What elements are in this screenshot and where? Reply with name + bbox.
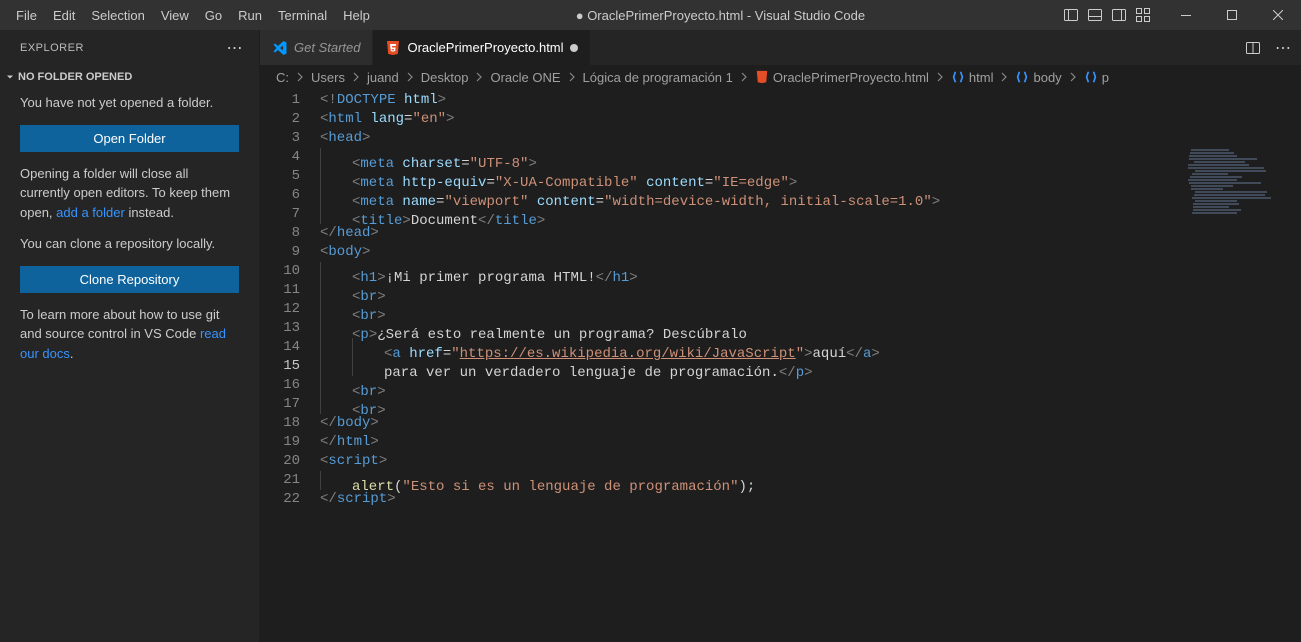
window-title: ● OraclePrimerProyecto.html - Visual Stu…	[378, 8, 1063, 23]
open-folder-hint: Opening a folder will close all currentl…	[20, 164, 239, 223]
breadcrumb-folder[interactable]: Users	[311, 70, 345, 85]
line-number-gutter: 12345678910111213141516171819202122	[260, 89, 320, 642]
breadcrumb-symbol[interactable]: p	[1084, 70, 1109, 85]
layout-sidebar-left-icon[interactable]	[1063, 7, 1079, 23]
code-editor[interactable]: 12345678910111213141516171819202122 <!DO…	[260, 89, 1301, 642]
explorer-header: EXPLORER ⋯	[0, 30, 259, 65]
tab-oracleprimerproyecto-html[interactable]: OraclePrimerProyecto.html	[373, 30, 590, 65]
code-content[interactable]: <!DOCTYPE html><html lang="en"><head><me…	[320, 89, 1301, 642]
vertical-scrollbar[interactable]	[1287, 148, 1301, 642]
breadcrumb-folder[interactable]: Oracle ONE	[490, 70, 560, 85]
chevron-right-icon	[472, 70, 486, 84]
more-actions-icon[interactable]: ⋯	[227, 38, 244, 58]
close-button[interactable]	[1255, 0, 1301, 30]
chevron-right-icon	[293, 70, 307, 84]
title-bar: FileEditSelectionViewGoRunTerminalHelp ●…	[0, 0, 1301, 30]
dirty-indicator-icon	[570, 44, 578, 52]
chevron-right-icon	[1066, 70, 1080, 84]
docs-message: To learn more about how to use git and s…	[20, 305, 239, 364]
menu-edit[interactable]: Edit	[45, 2, 83, 29]
split-editor-icon[interactable]	[1245, 40, 1261, 56]
breadcrumb-symbol[interactable]: body	[1015, 70, 1061, 85]
section-title: NO FOLDER OPENED	[18, 71, 132, 83]
explorer-sidebar: EXPLORER ⋯ NO FOLDER OPENED You have not…	[0, 30, 260, 642]
chevron-right-icon	[565, 70, 579, 84]
breadcrumb-folder[interactable]: juand	[367, 70, 399, 85]
breadcrumb-file[interactable]: OraclePrimerProyecto.html	[755, 70, 929, 85]
tabs-bar: Get StartedOraclePrimerProyecto.html ⋯	[260, 30, 1301, 65]
editor-area: Get StartedOraclePrimerProyecto.html ⋯ C…	[260, 30, 1301, 642]
clone-message: You can clone a repository locally.	[20, 234, 239, 254]
menu-help[interactable]: Help	[335, 2, 378, 29]
open-folder-button[interactable]: Open Folder	[20, 125, 239, 152]
minimize-button[interactable]	[1163, 0, 1209, 30]
editor-more-icon[interactable]: ⋯	[1275, 38, 1291, 58]
no-folder-section-header[interactable]: NO FOLDER OPENED	[0, 69, 259, 85]
window-controls	[1063, 0, 1301, 30]
layout-panel-icon[interactable]	[1087, 7, 1103, 23]
no-folder-message: You have not yet opened a folder.	[20, 93, 239, 113]
customize-layout-icon[interactable]	[1135, 7, 1151, 23]
chevron-right-icon	[997, 70, 1011, 84]
menu-bar: FileEditSelectionViewGoRunTerminalHelp	[0, 2, 378, 29]
menu-run[interactable]: Run	[230, 2, 270, 29]
menu-selection[interactable]: Selection	[83, 2, 152, 29]
breadcrumb-folder[interactable]: C:	[276, 70, 289, 85]
clone-repository-button[interactable]: Clone Repository	[20, 266, 239, 293]
breadcrumb-folder[interactable]: Lógica de programación 1	[583, 70, 733, 85]
chevron-right-icon	[737, 70, 751, 84]
menu-view[interactable]: View	[153, 2, 197, 29]
maximize-button[interactable]	[1209, 0, 1255, 30]
explorer-title: EXPLORER	[20, 42, 84, 54]
breadcrumb-symbol[interactable]: html	[951, 70, 994, 85]
breadcrumb-folder[interactable]: Desktop	[421, 70, 469, 85]
menu-go[interactable]: Go	[197, 2, 230, 29]
chevron-right-icon	[349, 70, 363, 84]
menu-file[interactable]: File	[8, 2, 45, 29]
layout-sidebar-right-icon[interactable]	[1111, 7, 1127, 23]
menu-terminal[interactable]: Terminal	[270, 2, 335, 29]
breadcrumbs[interactable]: C: Users juand Desktop Oracle ONE Lógica de p…	[260, 65, 1301, 89]
chevron-down-icon	[2, 71, 18, 83]
chevron-right-icon	[933, 70, 947, 84]
minimap[interactable]	[1187, 149, 1287, 209]
chevron-right-icon	[403, 70, 417, 84]
tab-get-started[interactable]: Get Started	[260, 30, 373, 65]
add-folder-link[interactable]: add a folder	[56, 205, 125, 220]
